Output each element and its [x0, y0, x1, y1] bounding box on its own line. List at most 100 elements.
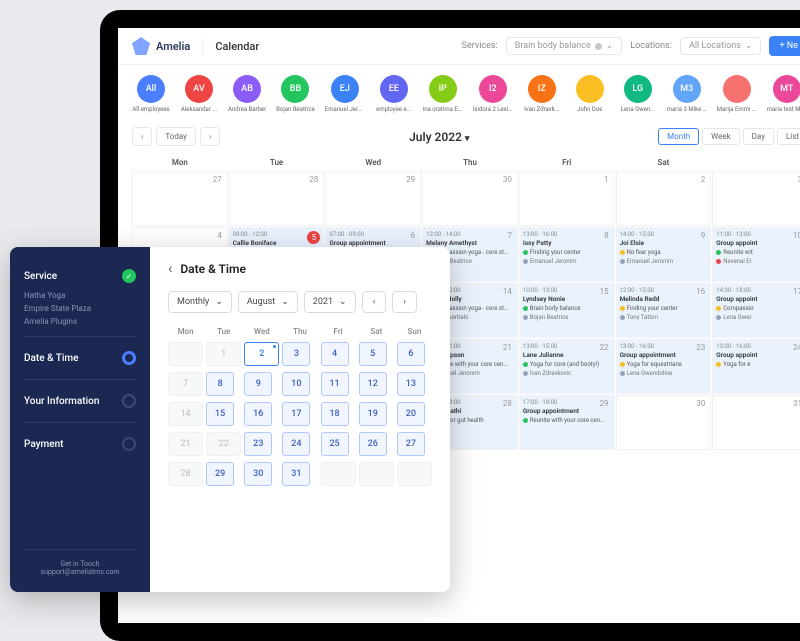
- widget-day[interactable]: 11: [321, 372, 349, 396]
- prev-button[interactable]: ‹: [132, 127, 152, 146]
- widget-footer: Get in Touch support@ameliatms.com: [24, 549, 136, 576]
- employee-avatar[interactable]: Marija Emmi Marija Tess: [717, 75, 757, 113]
- event-person: Nevenai Er: [716, 258, 800, 265]
- employee-avatar[interactable]: BBBojan Beatrice: [276, 75, 315, 113]
- step-service-sub: Hatha Yoga: [24, 289, 136, 302]
- employee-name: Lena Gwen...: [621, 106, 655, 113]
- event-service: Yoga for e: [716, 361, 800, 368]
- back-icon[interactable]: ‹: [168, 261, 172, 277]
- event-person: Emanuel Jeronim: [523, 258, 611, 265]
- calendar-cell[interactable]: 2213:00 - 15:00Lane JulianneYoga for cor…: [519, 339, 615, 394]
- widget-day[interactable]: 9: [244, 372, 272, 396]
- day-number: 29: [600, 399, 609, 408]
- avatar-icon: EJ: [331, 75, 359, 103]
- calendar-cell[interactable]: 2413:00 - 16:00Group appointYoga for e: [712, 339, 800, 394]
- year-select[interactable]: 2021⌄: [304, 291, 356, 313]
- widget-day[interactable]: 12: [359, 372, 387, 396]
- view-list[interactable]: List: [777, 128, 800, 145]
- services-select[interactable]: Brain body balance⌄: [506, 37, 623, 55]
- page-title: Calendar: [203, 40, 259, 53]
- widget-day[interactable]: 29: [206, 462, 234, 486]
- widget-day[interactable]: 4: [321, 342, 349, 366]
- view-day[interactable]: Day: [743, 128, 774, 145]
- calendar-cell[interactable]: 1: [519, 171, 615, 226]
- employee-avatar[interactable]: ABAndrea Barber: [228, 75, 266, 113]
- widget-day[interactable]: 10: [282, 372, 310, 396]
- calendar-cell[interactable]: 1714:00 - 18:00Group appointCompassioLen…: [712, 283, 800, 338]
- employee-avatar[interactable]: EJEmanuel Jeronim: [325, 75, 365, 113]
- month-title[interactable]: July 2022 ▾: [409, 130, 469, 144]
- employee-avatar[interactable]: EEemployee e...: [375, 75, 413, 113]
- month-select[interactable]: August⌄: [238, 291, 298, 313]
- calendar-cell[interactable]: 3: [712, 171, 800, 226]
- calendar-cell[interactable]: 28: [229, 171, 325, 226]
- widget-day[interactable]: 15: [206, 402, 234, 426]
- employee-avatar[interactable]: IPina oratima Emily Erne: [423, 75, 463, 113]
- widget-day[interactable]: 18: [321, 402, 349, 426]
- logo-icon: [132, 37, 150, 55]
- employee-avatar[interactable]: LGLena Gwen...: [619, 75, 657, 113]
- calendar-cell[interactable]: 30: [422, 171, 518, 226]
- divider: [24, 422, 136, 423]
- widget-day[interactable]: 30: [244, 462, 272, 486]
- employee-avatar[interactable]: MTmaria test Moya Tebogo: [767, 75, 800, 113]
- calendar-cell[interactable]: 813:00 - 16:00Issy PattyFinding your cen…: [519, 227, 615, 282]
- widget-day: [359, 462, 394, 486]
- calendar-cell[interactable]: 2: [616, 171, 712, 226]
- step-info[interactable]: Your Information: [24, 388, 136, 414]
- weekday-header: Thu: [422, 154, 518, 171]
- new-button[interactable]: + Ne: [769, 36, 800, 56]
- employee-name: maria test Moya Tebogo: [767, 106, 800, 113]
- widget-day[interactable]: 19: [359, 402, 387, 426]
- calendar-cell[interactable]: 2313:00 - 16:00Group appointmentYoga for…: [616, 339, 712, 394]
- chevron-down-icon: ⌄: [339, 297, 347, 307]
- employee-avatar[interactable]: John Doe: [571, 75, 609, 113]
- widget-day[interactable]: 2: [244, 342, 279, 366]
- app-logo[interactable]: Amelia: [132, 37, 203, 55]
- next-month-button[interactable]: ›: [392, 291, 417, 313]
- employee-avatar[interactable]: IZIvan Zdravk...: [523, 75, 561, 113]
- chevron-down-icon: ▾: [465, 134, 470, 144]
- widget-day[interactable]: 17: [282, 402, 310, 426]
- employee-avatar[interactable]: AVAleksandar ...: [180, 75, 218, 113]
- calendar-cell[interactable]: 1011:00 - 13:00Group appointReunite witN…: [712, 227, 800, 282]
- view-month[interactable]: Month: [658, 128, 699, 145]
- calendar-cell[interactable]: 31: [712, 395, 800, 450]
- recurrence-select[interactable]: Monthly⌄: [168, 291, 232, 313]
- widget-day[interactable]: 31: [282, 462, 310, 486]
- widget-day[interactable]: 3: [282, 342, 310, 366]
- step-service[interactable]: Service✓: [24, 263, 136, 289]
- calendar-cell[interactable]: 27: [132, 171, 228, 226]
- employee-avatar[interactable]: AllAll employees: [132, 75, 170, 113]
- weekday-header: Wed: [325, 154, 421, 171]
- widget-day[interactable]: 5: [359, 342, 387, 366]
- employee-avatar[interactable]: I2Isidora 2 Lexie Erne: [473, 75, 513, 113]
- widget-day[interactable]: 13: [397, 372, 425, 396]
- widget-day[interactable]: 6: [397, 342, 425, 366]
- widget-day[interactable]: 8: [206, 372, 234, 396]
- widget-day[interactable]: 24: [282, 432, 310, 456]
- calendar-cell[interactable]: 29: [325, 171, 421, 226]
- calendar-cell[interactable]: 30: [616, 395, 712, 450]
- step-datetime[interactable]: Date & Time: [24, 345, 136, 371]
- calendar-cell[interactable]: 1612:00 - 15:00Melinda ReddFinding your …: [616, 283, 712, 338]
- calendar-cell[interactable]: 2917:00 - 18:00Group appointmentReunite …: [519, 395, 615, 450]
- day-number: 6: [411, 231, 416, 240]
- widget-day[interactable]: 23: [244, 432, 272, 456]
- today-button[interactable]: Today: [156, 127, 196, 146]
- locations-select[interactable]: All Locations⌄: [680, 37, 762, 55]
- widget-day[interactable]: 16: [244, 402, 272, 426]
- calendar-cell[interactable]: 914:00 - 15:00Joi ElsieNo fear yogaEmanu…: [616, 227, 712, 282]
- step-payment[interactable]: Payment: [24, 431, 136, 457]
- prev-month-button[interactable]: ‹: [362, 291, 387, 313]
- view-week[interactable]: Week: [702, 128, 740, 145]
- widget-day[interactable]: 20: [397, 402, 425, 426]
- widget-day[interactable]: 26: [359, 432, 387, 456]
- calendar-cell[interactable]: 1510:00 - 13:00Lyndsey NonieBrain body b…: [519, 283, 615, 338]
- next-button[interactable]: ›: [200, 127, 220, 146]
- widget-day[interactable]: 25: [321, 432, 349, 456]
- widget-day[interactable]: 27: [397, 432, 425, 456]
- employee-avatar[interactable]: M3maria 3 Mike Sober: [667, 75, 707, 113]
- widget-weekday: Thu: [282, 327, 317, 336]
- check-icon: ✓: [122, 269, 136, 283]
